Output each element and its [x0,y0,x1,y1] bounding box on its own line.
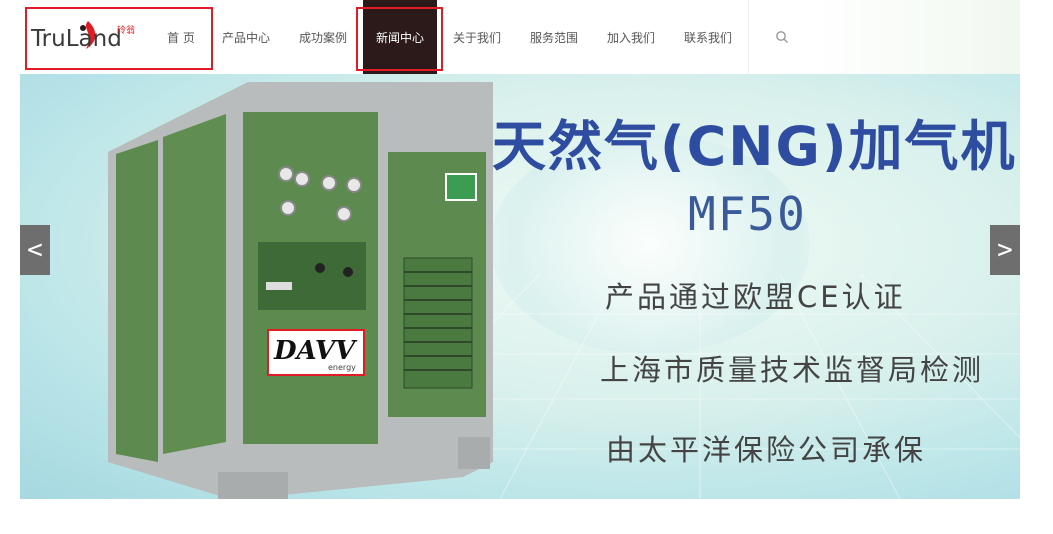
nav-item-services[interactable]: 服务范围 [523,0,585,74]
davv-brand-sub: energy [328,363,356,372]
davv-brand: DAVV [274,336,356,366]
banner-title: 天然气(CNG)加气机 [492,115,1017,178]
page: TruLand 玲翁 首 页 产品中心 成功案例 新闻中心 关于我们 服务范围 … [0,0,1053,534]
next-slide-button[interactable]: > [990,225,1020,275]
nav-item-cases[interactable]: 成功案例 [292,0,354,74]
search-button[interactable] [748,0,815,74]
cng-dispenser-image [108,82,493,499]
nav-item-products[interactable]: 产品中心 [215,0,277,74]
nav-item-join[interactable]: 加入我们 [600,0,662,74]
nav-highlight-box [356,7,443,71]
search-icon [776,31,788,43]
logo-small-text: 玲翁 [117,26,136,36]
nav-item-contact[interactable]: 联系我们 [677,0,739,74]
banner-model: MF50 [688,187,807,241]
banner-line-3: 由太平洋保险公司承保 [606,433,927,467]
banner-line-1: 产品通过欧盟CE认证 [605,280,906,314]
banner-slide[interactable]: DAVV energy 天然气(CNG)加气机 MF50 产品通过欧盟CE认证 … [20,74,1020,499]
prev-slide-button[interactable]: < [20,225,50,275]
nav-item-home[interactable]: 首 页 [160,0,202,74]
nav-item-about[interactable]: 关于我们 [446,0,508,74]
banner-line-2: 上海市质量技术监督局检测 [600,353,985,387]
logo-text: TruLand [31,26,122,52]
